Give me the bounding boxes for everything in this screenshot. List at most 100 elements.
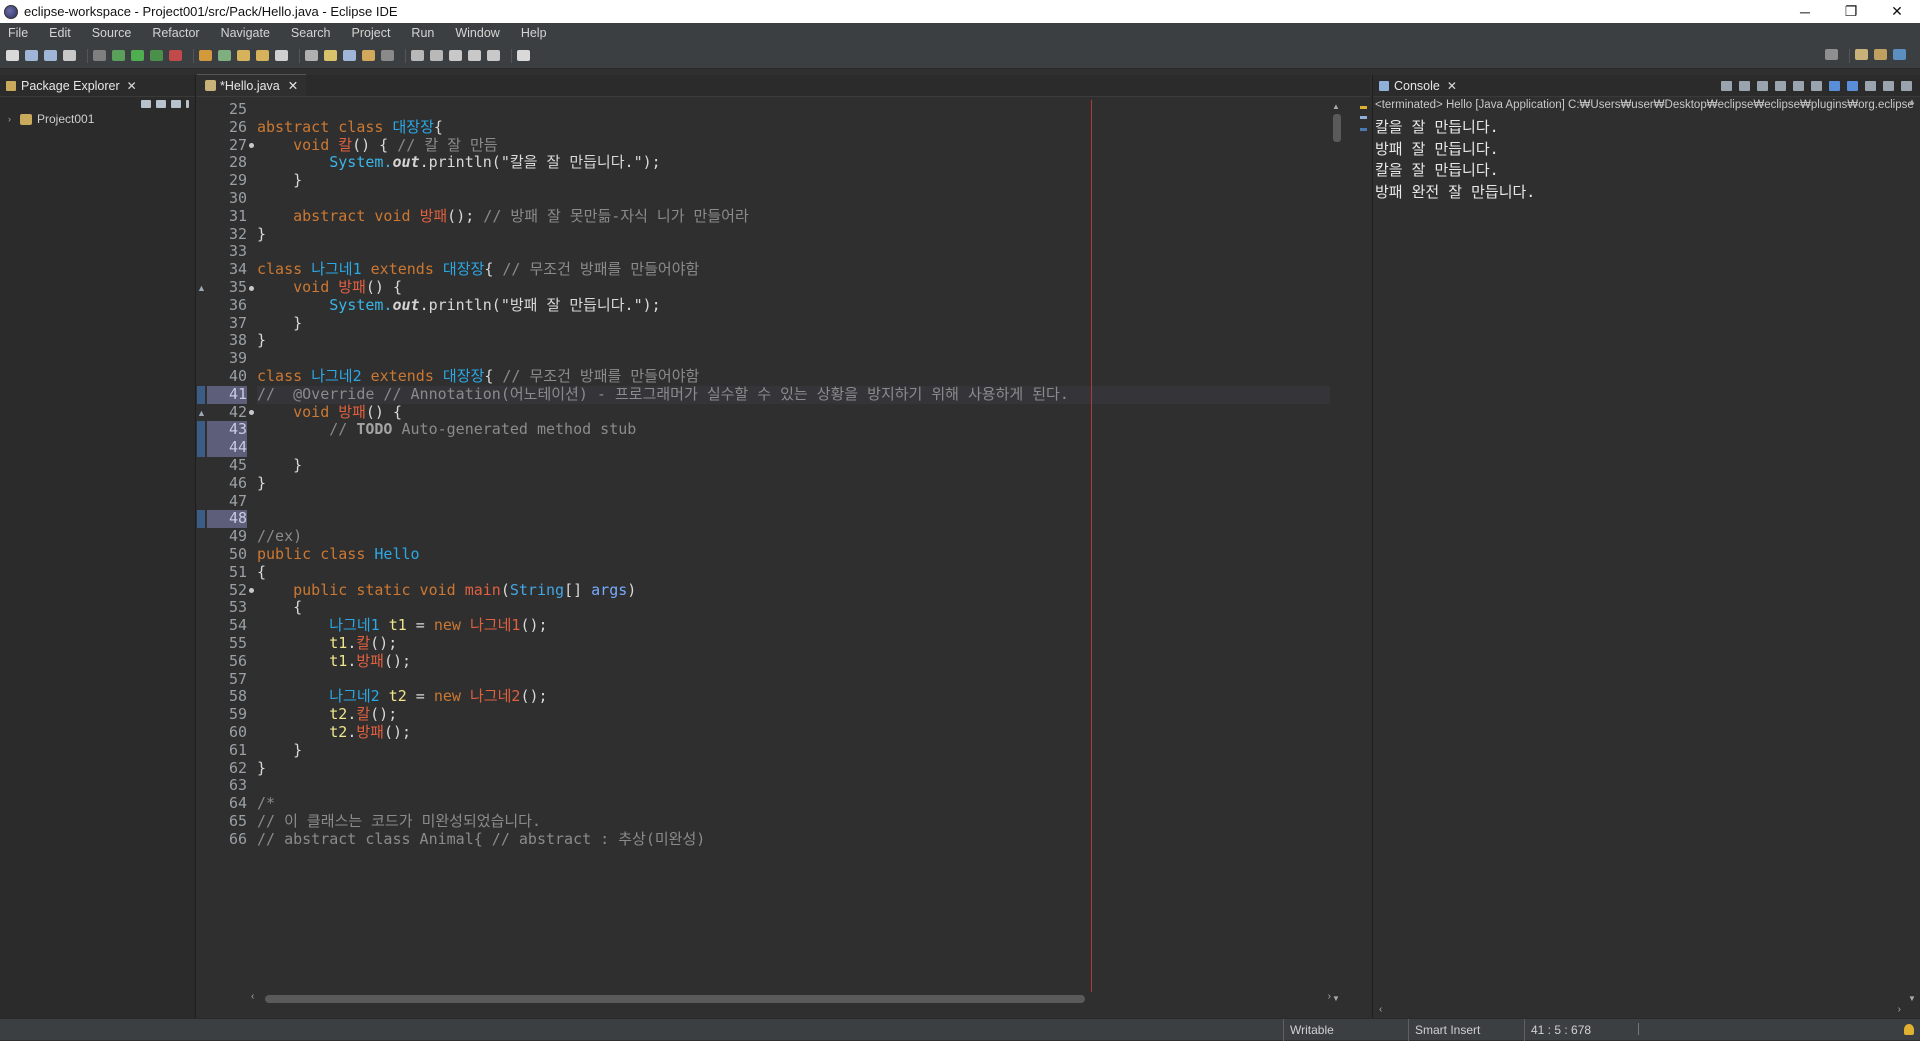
toggle-highlight-icon[interactable] — [324, 50, 337, 61]
console-output[interactable]: 칼을 잘 만듭니다. 방패 잘 만듭니다. 칼을 잘 만듭니다. 방패 완전 잘… — [1375, 117, 1895, 203]
code-line[interactable]: // 이 클래스는 코드가 미완성되었습니다. — [257, 812, 541, 831]
code-line[interactable]: } — [257, 456, 302, 475]
java-perspective-icon[interactable] — [1874, 49, 1887, 60]
close-window-button[interactable]: ✕ — [1874, 0, 1920, 23]
open-perspective-icon[interactable] — [1855, 49, 1868, 60]
menu-source[interactable]: Source — [92, 26, 132, 40]
status-insert-mode[interactable]: Smart Insert — [1408, 1019, 1518, 1041]
menu-help[interactable]: Help — [521, 26, 547, 40]
code-line[interactable]: } — [257, 331, 266, 350]
tip-lightbulb-icon[interactable] — [1904, 1024, 1914, 1035]
back-icon[interactable] — [449, 50, 462, 61]
code-line[interactable]: } — [257, 759, 266, 778]
external-tools-icon[interactable] — [169, 50, 182, 61]
expand-twisty-icon[interactable]: › — [8, 114, 16, 124]
show-stderr-icon[interactable] — [1847, 81, 1858, 91]
code-line[interactable]: System.out.println("칼을 잘 만듭니다."); — [257, 153, 660, 172]
code-line[interactable]: 나그네2 t2 = new 나그네2(); — [257, 687, 547, 706]
code-line[interactable]: } — [257, 314, 302, 333]
search-icon[interactable] — [275, 50, 288, 61]
clear-console-icon[interactable] — [1775, 81, 1786, 91]
code-line[interactable]: class 나그네2 extends 대장장{ // 무조건 방패를 만들어야함 — [257, 367, 699, 386]
scroll-lock-icon[interactable] — [1793, 81, 1804, 91]
override-marker-icon[interactable]: ▲ — [197, 283, 206, 293]
code-line[interactable]: System.out.println("방패 잘 만듭니다."); — [257, 296, 660, 315]
skip-breakpoints-icon[interactable] — [93, 50, 106, 61]
search-icon[interactable] — [1825, 49, 1838, 60]
menu-refactor[interactable]: Refactor — [152, 26, 199, 40]
scroll-down-icon[interactable]: ▼ — [1332, 994, 1340, 1003]
new-java-project-icon[interactable] — [199, 50, 212, 61]
new-package-icon[interactable] — [218, 50, 231, 61]
scroll-left-icon[interactable]: ‹ — [1379, 1004, 1382, 1015]
occurrence-marker[interactable] — [1360, 128, 1367, 131]
toggle-block-selection-icon[interactable] — [343, 50, 356, 61]
code-line[interactable]: } — [257, 741, 302, 760]
code-line[interactable]: t2.방패(); — [257, 723, 411, 742]
code-line[interactable]: // TODO Auto-generated method stub — [257, 420, 636, 439]
open-console-icon[interactable] — [1901, 81, 1912, 91]
package-explorer-tab[interactable]: Package Explorer ✕ — [0, 75, 195, 97]
new-class-icon[interactable] — [237, 50, 250, 61]
terminate-icon[interactable] — [1721, 81, 1732, 91]
code-line[interactable]: } — [257, 225, 266, 244]
close-icon[interactable]: ✕ — [127, 79, 137, 93]
menu-window[interactable]: Window — [455, 26, 499, 40]
code-line[interactable]: abstract void 방패(); // 방패 잘 못만듦-자식 니가 만들… — [257, 207, 749, 226]
fold-collapse-icon[interactable] — [249, 143, 254, 149]
warning-marker[interactable] — [1360, 106, 1367, 109]
code-line[interactable]: void 칼() { // 칼 잘 만듬 — [257, 136, 497, 155]
run-icon[interactable] — [131, 50, 144, 61]
fold-collapse-icon[interactable] — [249, 410, 254, 416]
scroll-left-icon[interactable]: ‹ — [251, 991, 254, 1002]
code-line[interactable]: { — [257, 563, 266, 582]
menu-file[interactable]: File — [8, 26, 28, 40]
status-cursor-position[interactable]: 41 : 5 : 678 — [1524, 1019, 1634, 1041]
open-console-icon[interactable] — [517, 50, 530, 61]
editor-vertical-scrollbar[interactable]: ▲ ▼ — [1330, 100, 1344, 1005]
code-line[interactable]: void 방패() { — [257, 403, 402, 422]
code-line[interactable]: public static void main(String[] args) — [257, 581, 636, 600]
debug-icon[interactable] — [112, 50, 125, 61]
restore-button[interactable]: ❐ — [1828, 0, 1874, 23]
scroll-up-icon[interactable]: ▲ — [1332, 102, 1340, 111]
editor-horizontal-scrollbar[interactable]: ‹ › — [251, 991, 1331, 1005]
pin-console-icon[interactable] — [1865, 81, 1876, 91]
code-line[interactable]: abstract class 대장장{ — [257, 118, 443, 137]
view-menu-icon[interactable] — [186, 100, 189, 108]
scroll-thumb[interactable] — [265, 995, 1085, 1003]
code-line[interactable]: } — [257, 171, 302, 190]
collapse-all-icon[interactable] — [141, 100, 151, 108]
menu-run[interactable]: Run — [411, 26, 434, 40]
code-line[interactable]: public class Hello — [257, 545, 420, 564]
forward-icon[interactable] — [468, 50, 481, 61]
next-annotation-icon[interactable] — [411, 50, 424, 61]
code-editor[interactable]: 25 26 27 28 29 30 31 32 33 34 35 ▲ 36 37 38 39 40 41 42 ▲ 43… — [197, 100, 1344, 1005]
menu-edit[interactable]: Edit — [49, 26, 71, 40]
override-marker-icon[interactable]: ▲ — [197, 408, 206, 418]
code-line[interactable]: t1.칼(); — [257, 634, 397, 653]
new-file-icon[interactable] — [6, 50, 19, 61]
word-wrap-icon[interactable] — [1811, 81, 1822, 91]
code-line[interactable]: } — [257, 474, 266, 493]
code-line[interactable]: //ex) — [257, 527, 302, 546]
save-icon[interactable] — [25, 50, 38, 61]
occurrence-marker[interactable] — [1360, 116, 1367, 119]
code-line[interactable]: // @Override // Annotation(어노테이션) - 프로그래… — [257, 385, 1337, 404]
close-icon[interactable]: ✕ — [1447, 79, 1457, 93]
code-line[interactable]: // abstract class Animal{ // abstract : … — [257, 830, 705, 849]
debug-perspective-icon[interactable] — [1893, 49, 1906, 60]
menu-search[interactable]: Search — [291, 26, 331, 40]
last-edit-icon[interactable] — [487, 50, 500, 61]
scroll-right-icon[interactable]: › — [1898, 1004, 1901, 1015]
console-vertical-scrollbar[interactable]: ▲ ▼ — [1906, 95, 1920, 1005]
code-line[interactable]: { — [257, 598, 302, 617]
scroll-down-icon[interactable]: ▼ — [1908, 994, 1916, 1003]
fold-collapse-icon[interactable] — [249, 285, 254, 291]
scroll-right-icon[interactable]: › — [1328, 991, 1331, 1002]
editor-tab-hello-java[interactable]: *Hello.java ✕ — [197, 74, 307, 96]
menu-navigate[interactable]: Navigate — [221, 26, 270, 40]
scroll-up-icon[interactable]: ▲ — [1908, 97, 1916, 106]
menu-project[interactable]: Project — [352, 26, 391, 40]
remove-launch-icon[interactable] — [1739, 81, 1750, 91]
